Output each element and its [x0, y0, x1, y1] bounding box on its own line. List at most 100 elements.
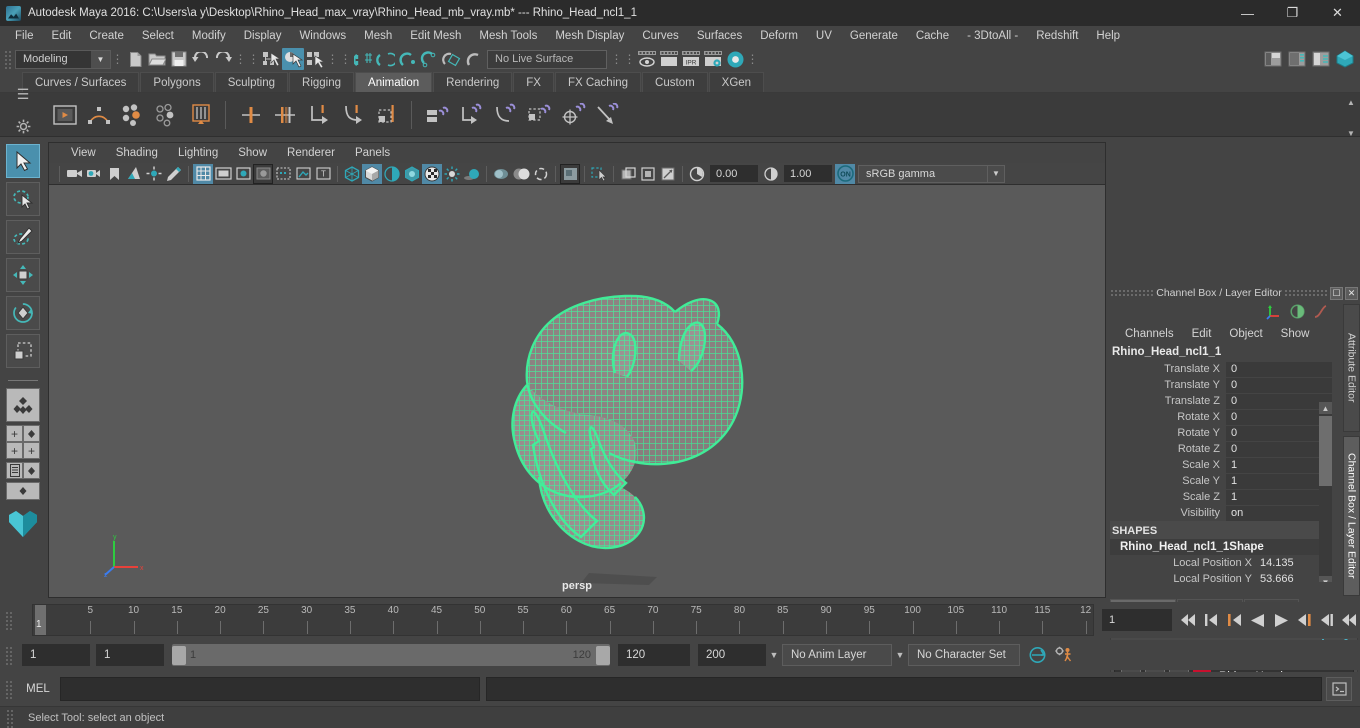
- range-slider-right-handle[interactable]: [596, 645, 610, 665]
- channel-box-attribute-list[interactable]: Rhino_Head_ncl1_1 Translate X 0 Translat…: [1110, 344, 1332, 582]
- menu-mesh-tools[interactable]: Mesh Tools: [470, 26, 546, 47]
- shelf-menu-icon[interactable]: ☰: [17, 86, 30, 103]
- layout-quad-cell-1[interactable]: +: [6, 425, 23, 442]
- time-slider-gripper[interactable]: [4, 610, 13, 630]
- layout-quad-cell-2[interactable]: [23, 425, 40, 442]
- command-line-gripper[interactable]: [4, 679, 13, 699]
- step-back-key-button[interactable]: [1224, 607, 1245, 633]
- close-panel-button[interactable]: ✕: [1345, 286, 1358, 300]
- shelf-options-gear-icon[interactable]: [16, 119, 31, 137]
- viewport-snapshot-icon[interactable]: [658, 164, 678, 184]
- menu-uv[interactable]: UV: [807, 26, 841, 47]
- snap-to-point-icon[interactable]: [396, 48, 418, 70]
- anim-layer-field[interactable]: No Anim Layer: [782, 644, 892, 666]
- shelf-tab-sculpting[interactable]: Sculpting: [214, 72, 289, 92]
- channel-row-scale-y[interactable]: Scale Y 1: [1110, 473, 1332, 489]
- parent-constraint-icon[interactable]: [454, 98, 487, 131]
- curve-speed-icon[interactable]: [1313, 304, 1328, 322]
- go-to-end-button[interactable]: [1339, 607, 1360, 633]
- paint-select-tool-button[interactable]: [6, 220, 40, 254]
- shelf-tab-fx[interactable]: FX: [513, 72, 554, 92]
- shape-channel-value[interactable]: 14.135: [1260, 557, 1294, 569]
- layout-two-pane-button[interactable]: [6, 482, 40, 500]
- menu-select[interactable]: Select: [133, 26, 183, 47]
- current-frame-field[interactable]: 1: [1102, 609, 1172, 631]
- panel-drag-grip-2[interactable]: [1284, 288, 1328, 298]
- shelf-tab-custom[interactable]: Custom: [642, 72, 708, 92]
- menu-display[interactable]: Display: [235, 26, 291, 47]
- color-management-toggle-icon[interactable]: ON: [835, 163, 855, 184]
- shape-row-local-position-y[interactable]: Local Position Y 53.666: [1110, 571, 1332, 582]
- smooth-shade-all-icon[interactable]: [362, 163, 382, 184]
- render-current-frame-icon[interactable]: [636, 48, 658, 70]
- shelf-tab-rigging[interactable]: Rigging: [289, 72, 355, 92]
- status-line-gripper[interactable]: [3, 49, 12, 69]
- resolution-gate-icon[interactable]: [233, 164, 253, 184]
- xray-active-components-icon[interactable]: [638, 164, 658, 184]
- menu-mesh-display[interactable]: Mesh Display: [546, 26, 633, 47]
- set-key-translate-icon[interactable]: [302, 98, 335, 131]
- textured-shading-icon[interactable]: [422, 163, 442, 184]
- snap-to-grid-icon[interactable]: [352, 48, 374, 70]
- menu-surfaces[interactable]: Surfaces: [688, 26, 751, 47]
- go-to-start-button[interactable]: [1178, 607, 1199, 633]
- layout-four-view-button[interactable]: + + +: [6, 425, 40, 459]
- shade-with-wireframe-icon[interactable]: [382, 164, 402, 184]
- channel-box-menu-channels[interactable]: Channels: [1116, 324, 1183, 344]
- channel-value[interactable]: 1: [1226, 473, 1332, 489]
- hud-text-icon[interactable]: T: [313, 164, 333, 184]
- channel-value[interactable]: 0: [1226, 361, 1332, 377]
- viewport-menu-lighting[interactable]: Lighting: [168, 143, 228, 163]
- channel-box-menu-show[interactable]: Show: [1272, 324, 1319, 344]
- menu-edit-mesh[interactable]: Edit Mesh: [401, 26, 470, 47]
- show-hide-tool-settings-icon[interactable]: [1310, 48, 1332, 70]
- range-slider-bar[interactable]: 1 120: [172, 644, 610, 666]
- viewport-menu-show[interactable]: Show: [228, 143, 277, 163]
- bookmark-icon[interactable]: [104, 164, 124, 184]
- menu-create[interactable]: Create: [80, 26, 133, 47]
- toggle-render-view-icon[interactable]: [724, 48, 746, 70]
- channel-value[interactable]: 1: [1226, 489, 1332, 505]
- viewport-3d-canvas[interactable]: y x z persp: [49, 185, 1105, 597]
- viewport-menu-renderer[interactable]: Renderer: [277, 143, 345, 163]
- isolate-select-icon[interactable]: [560, 163, 580, 184]
- channel-row-rotate-y[interactable]: Rotate Y 0: [1110, 425, 1332, 441]
- layout-persp-cell[interactable]: [23, 462, 40, 479]
- exposure-value-field[interactable]: 0.00: [710, 165, 758, 182]
- channel-row-scale-x[interactable]: Scale X 1: [1110, 457, 1332, 473]
- render-sequence-icon[interactable]: [658, 48, 680, 70]
- wireframe-shading-icon[interactable]: [342, 164, 362, 184]
- shape-channel-value[interactable]: 53.666: [1260, 573, 1294, 582]
- snap-to-curve-icon[interactable]: [374, 48, 396, 70]
- select-by-component-type-icon[interactable]: [304, 48, 326, 70]
- channel-value[interactable]: 0: [1226, 393, 1332, 409]
- save-scene-icon[interactable]: [168, 48, 190, 70]
- layout-quad-cell-4[interactable]: +: [23, 442, 40, 459]
- menu-modify[interactable]: Modify: [183, 26, 235, 47]
- select-camera-icon[interactable]: [64, 164, 84, 184]
- menu-windows[interactable]: Windows: [290, 26, 355, 47]
- select-by-hierarchy-icon[interactable]: [260, 48, 282, 70]
- motion-blur-icon[interactable]: [491, 164, 511, 184]
- rotate-tool-button[interactable]: [6, 296, 40, 330]
- show-grid-icon[interactable]: [193, 163, 213, 184]
- channel-row-scale-z[interactable]: Scale Z 1: [1110, 489, 1332, 505]
- set-key-icon[interactable]: [234, 98, 267, 131]
- anti-aliasing-icon[interactable]: [511, 164, 531, 184]
- grease-pencil-icon[interactable]: [164, 164, 184, 184]
- shelf-scroll-up-icon[interactable]: ▲: [1347, 98, 1355, 107]
- step-back-frame-button[interactable]: [1201, 607, 1222, 633]
- channel-value[interactable]: 0: [1226, 425, 1332, 441]
- film-gate-icon[interactable]: [213, 164, 233, 184]
- animation-start-time-field[interactable]: 1: [22, 644, 90, 666]
- channel-value[interactable]: 1: [1226, 457, 1332, 473]
- shape-row-local-position-x[interactable]: Local Position X 14.135: [1110, 555, 1332, 571]
- set-key-rotate-icon[interactable]: [336, 98, 369, 131]
- channel-row-visibility[interactable]: Visibility on: [1110, 505, 1332, 521]
- layout-outliner-cell[interactable]: [6, 462, 23, 479]
- move-tool-button[interactable]: [6, 258, 40, 292]
- shelf-tab-fx-caching[interactable]: FX Caching: [554, 72, 642, 92]
- select-mask-icon[interactable]: [589, 164, 609, 184]
- new-scene-icon[interactable]: [124, 48, 146, 70]
- open-scene-icon[interactable]: [146, 48, 168, 70]
